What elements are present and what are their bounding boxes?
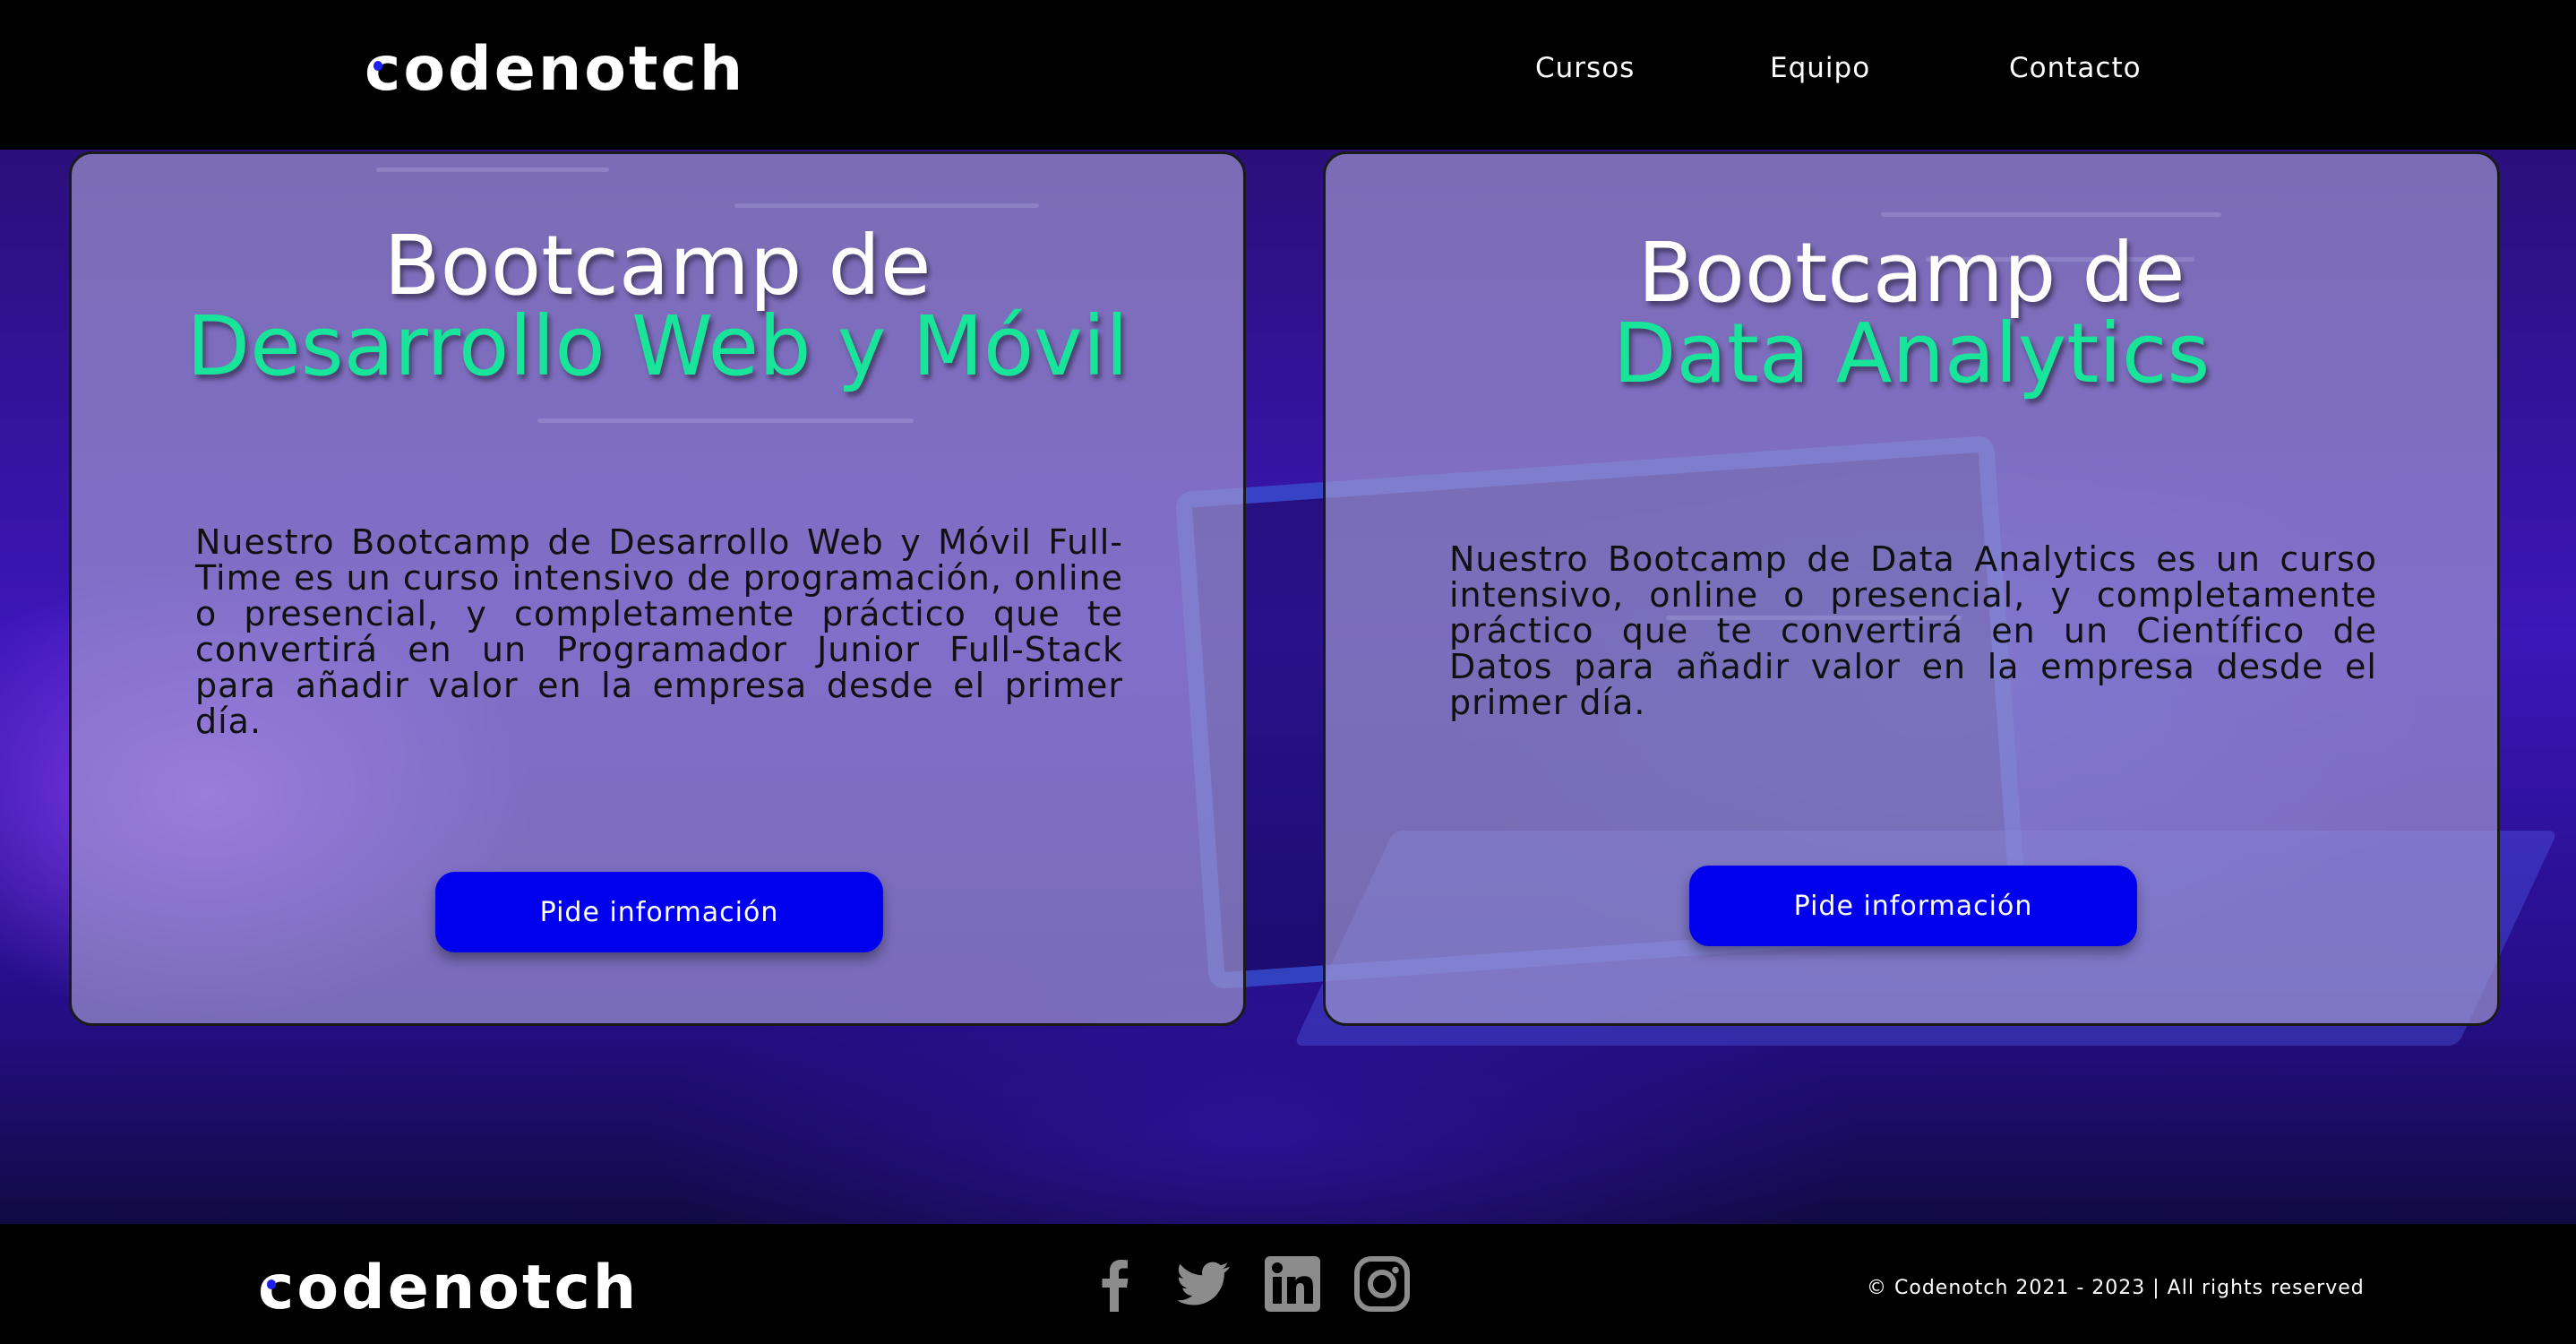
card-description: Nuestro Bootcamp de Desarrollo Web y Móv… [195,522,1123,741]
instagram-icon[interactable] [1352,1254,1412,1314]
copyright-text: © Codenotch 2021 - 2023 | All rights res… [1867,1277,2365,1299]
site-header: codenotch Cursos Equipo Contacto [0,0,2576,150]
header-logo[interactable]: codenotch [365,39,745,100]
footer-logo[interactable]: codenotch [258,1258,639,1319]
nav-link-equipo[interactable]: Equipo [1770,52,1870,84]
card-title-accent: Data Analytics [1612,306,2211,401]
logo-text: codenotch [365,34,746,105]
nav-link-cursos[interactable]: Cursos [1535,52,1635,84]
pide-informacion-button[interactable]: Pide información [1689,866,2137,946]
linkedin-icon[interactable] [1263,1254,1322,1314]
logo-text: codenotch [258,1253,640,1323]
bootcamp-card-data-analytics: Bootcamp de Data Analytics Nuestro Bootc… [1323,151,2500,1026]
nav-link-contacto[interactable]: Contacto [2009,52,2142,84]
card-title: Bootcamp de Desarrollo Web y Móvil [72,225,1243,394]
pide-informacion-button[interactable]: Pide información [435,872,883,952]
card-title-accent: Desarrollo Web y Móvil [186,298,1129,394]
card-description: Nuestro Bootcamp de Data Analytics es un… [1449,539,2377,722]
bootcamp-card-web-movil: Bootcamp de Desarrollo Web y Móvil Nuest… [69,151,1246,1026]
facebook-icon[interactable] [1085,1254,1144,1314]
card-title: Bootcamp de Data Analytics [1326,232,2497,401]
twitter-icon[interactable] [1173,1254,1232,1314]
